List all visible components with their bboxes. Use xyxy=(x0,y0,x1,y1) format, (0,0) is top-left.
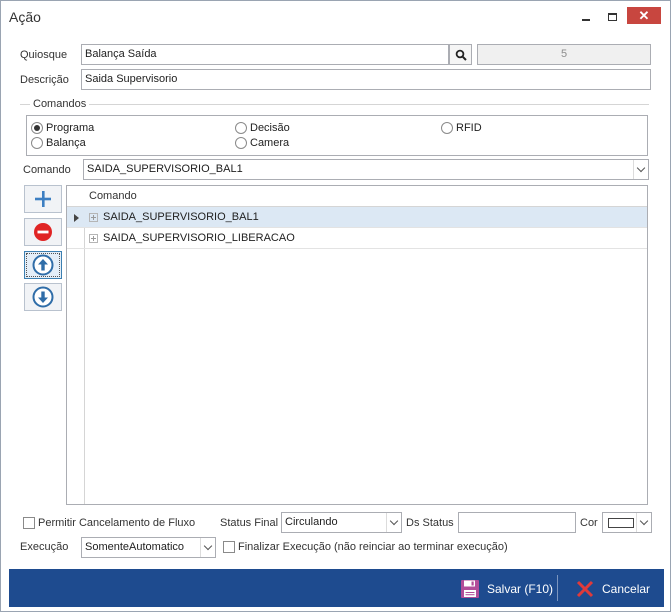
finalizar-execucao-label: Finalizar Execução (não reinciar ao term… xyxy=(238,541,508,553)
footer-divider xyxy=(557,575,558,601)
comandos-radio-group: Programa Decisão RFID Balança Camera xyxy=(26,115,648,156)
table-row[interactable]: SAIDA_SUPERVISORIO_LIBERACAO xyxy=(67,228,647,249)
ds-status-field[interactable] xyxy=(458,512,576,533)
radio-programa[interactable]: Programa xyxy=(31,122,94,134)
comandos-group-title: Comandos xyxy=(30,98,90,110)
row-pointer-icon xyxy=(74,214,79,222)
finalizar-execucao-checkbox[interactable] xyxy=(223,541,235,553)
execucao-value: SomenteAutomatico xyxy=(85,541,185,553)
comando-combo[interactable]: SAIDA_SUPERVISORIO_BAL1 xyxy=(83,159,649,180)
move-up-icon xyxy=(32,254,54,276)
color-picker[interactable] xyxy=(602,512,652,533)
maximize-icon xyxy=(607,13,617,21)
radio-dot xyxy=(441,122,453,134)
cancel-button[interactable]: Cancelar xyxy=(575,575,650,603)
radio-dot xyxy=(31,137,43,149)
descricao-field[interactable]: Saida Supervisorio xyxy=(81,69,651,90)
quiosque-code: 5 xyxy=(560,48,568,60)
chevron-down-icon xyxy=(639,516,649,526)
minimize-icon xyxy=(582,19,590,21)
chevron-down-icon xyxy=(203,541,213,551)
maximize-button[interactable] xyxy=(597,7,627,27)
quiosque-field[interactable]: Balança Saída xyxy=(81,44,449,65)
close-button[interactable]: ✕ xyxy=(627,7,661,24)
save-button[interactable]: Salvar (F10) xyxy=(460,575,553,603)
remove-icon xyxy=(34,223,52,241)
comando-value: SAIDA_SUPERVISORIO_BAL1 xyxy=(87,163,243,175)
move-up-button[interactable] xyxy=(24,251,62,279)
status-final-label: Status Final xyxy=(220,517,279,529)
radio-rfid[interactable]: RFID xyxy=(441,122,482,134)
permitir-cancelamento-label: Permitir Cancelamento de Fluxo xyxy=(38,517,196,529)
execucao-label: Execução xyxy=(20,541,69,553)
add-icon xyxy=(35,191,51,207)
column-header-comando[interactable]: Comando xyxy=(89,190,137,202)
status-final-combo[interactable]: Circulando xyxy=(281,512,402,533)
radio-dot xyxy=(235,137,247,149)
radio-label: Decisão xyxy=(250,122,290,134)
color-swatch xyxy=(608,518,634,528)
permitir-cancelamento-checkbox[interactable] xyxy=(23,517,35,529)
move-down-icon xyxy=(32,286,54,308)
dialog-window: Ação ✕ Quiosque Balança Saída 5 Descriçã… xyxy=(0,0,671,612)
execucao-combo[interactable]: SomenteAutomatico xyxy=(81,537,216,558)
status-final-dropdown-button[interactable] xyxy=(386,513,401,532)
save-label: Salvar (F10) xyxy=(487,582,554,596)
radio-label: Programa xyxy=(46,122,95,134)
window-title: Ação xyxy=(9,9,41,25)
comando-dropdown-button[interactable] xyxy=(633,160,648,179)
radio-camera[interactable]: Camera xyxy=(235,137,289,149)
grid-header: Comando xyxy=(67,186,647,207)
quiosque-search-button[interactable] xyxy=(449,44,472,65)
radio-label: Camera xyxy=(250,137,290,149)
save-icon xyxy=(461,580,479,598)
quiosque-label: Quiosque xyxy=(20,49,68,61)
close-icon: ✕ xyxy=(638,7,650,23)
chevron-down-icon xyxy=(636,163,646,173)
radio-label: Balança xyxy=(46,137,86,149)
ds-status-label: Ds Status xyxy=(406,517,454,529)
radio-dot xyxy=(31,122,43,134)
table-row[interactable]: SAIDA_SUPERVISORIO_BAL1 xyxy=(67,207,647,228)
expand-icon[interactable] xyxy=(89,213,98,222)
commands-grid: Comando SAIDA_SUPERVISORIO_BAL1 SAIDA_SU… xyxy=(66,185,648,505)
radio-dot xyxy=(235,122,247,134)
group-divider xyxy=(20,104,649,105)
cancel-icon xyxy=(576,580,594,598)
chevron-down-icon xyxy=(389,516,399,526)
table-cell: SAIDA_SUPERVISORIO_LIBERACAO xyxy=(103,232,295,244)
add-command-button[interactable] xyxy=(24,185,62,213)
radio-decisao[interactable]: Decisão xyxy=(235,122,290,134)
quiosque-code-field: 5 xyxy=(477,44,651,65)
remove-command-button[interactable] xyxy=(24,218,62,246)
title-bar: Ação ✕ xyxy=(1,1,670,33)
descricao-label: Descrição xyxy=(20,74,69,86)
comando-label: Comando xyxy=(23,164,71,176)
quiosque-value: Balança Saída xyxy=(85,48,157,60)
execucao-dropdown-button[interactable] xyxy=(200,538,215,557)
table-cell: SAIDA_SUPERVISORIO_BAL1 xyxy=(103,211,259,223)
search-icon xyxy=(455,49,467,61)
cancel-label: Cancelar xyxy=(602,582,651,596)
move-down-button[interactable] xyxy=(24,283,62,311)
radio-label: RFID xyxy=(456,122,482,134)
footer-bar: Salvar (F10) Cancelar xyxy=(9,569,664,607)
color-dropdown-button[interactable] xyxy=(636,513,651,532)
descricao-value: Saida Supervisorio xyxy=(85,73,178,85)
status-final-value: Circulando xyxy=(285,516,338,528)
cor-label: Cor xyxy=(580,517,598,529)
radio-balanca[interactable]: Balança xyxy=(31,137,86,149)
expand-icon[interactable] xyxy=(89,234,98,243)
